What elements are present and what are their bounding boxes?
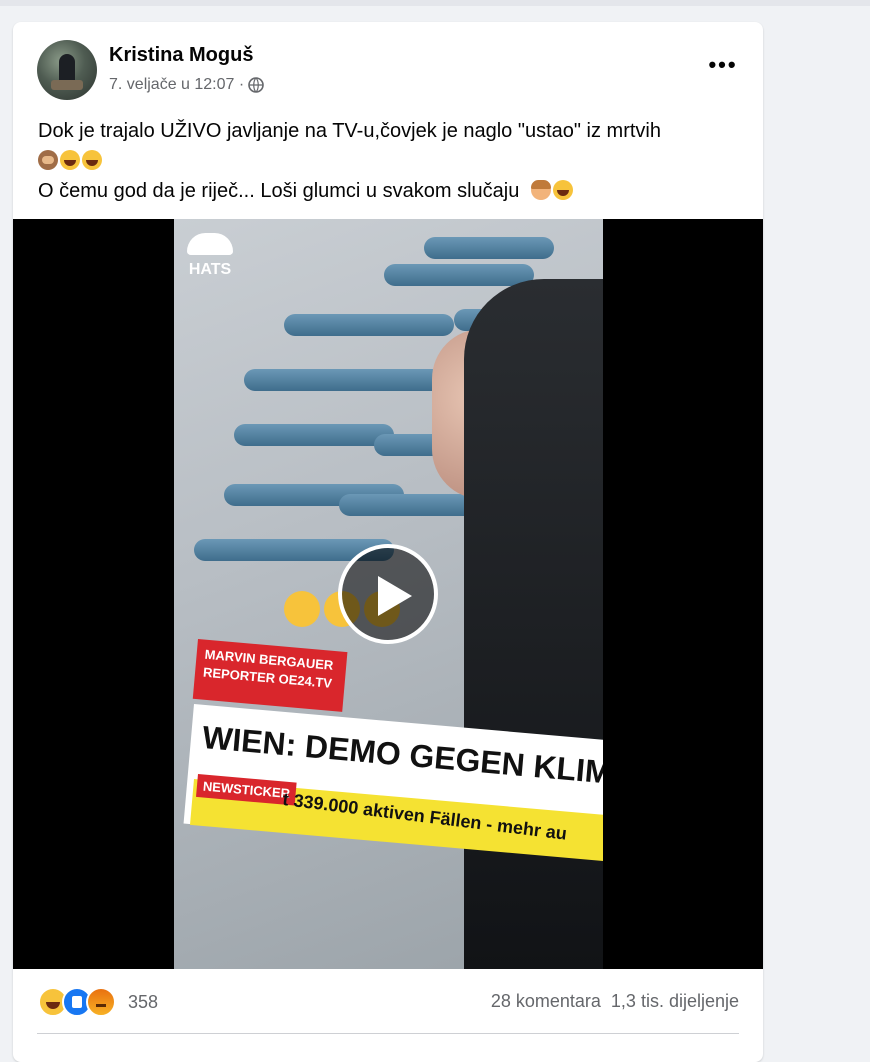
post-date[interactable]: 7. veljače u 12:07 · (109, 76, 244, 94)
scene-body-bag (424, 237, 554, 259)
reaction-count[interactable]: 358 (128, 992, 158, 1013)
post-stats: 28 komentara 1,3 tis. dijeljenje (491, 991, 739, 1012)
reporter-name-tag: MARVIN BERGAUER REPORTER OE24.TV (192, 639, 348, 712)
laughing-emoji-icon (284, 591, 320, 627)
avatar[interactable] (37, 40, 97, 100)
more-options-button[interactable]: ••• (703, 50, 743, 86)
woman-facepalm-icon (530, 180, 551, 200)
see-no-evil-monkey-icon (38, 150, 58, 170)
play-icon (378, 576, 412, 616)
post-meta: 7. veljače u 12:07 · (109, 76, 265, 94)
angry-reaction-icon (86, 987, 116, 1017)
feed-separator (0, 0, 870, 6)
play-button[interactable] (338, 544, 438, 644)
comments-count[interactable]: 28 komentara (491, 991, 601, 1012)
reactions-summary[interactable]: 358 (38, 987, 158, 1017)
author-name[interactable]: Kristina Moguš (109, 44, 253, 67)
scene-body-bag (284, 314, 454, 336)
post-emoji-line (38, 146, 748, 176)
avatar-bench (51, 80, 83, 90)
post-text-line3: O čemu god da je riječ... Loši glumci u … (38, 176, 748, 206)
reporter-body (464, 279, 603, 969)
post-text-line3-text: O čemu god da je riječ... Loši glumci u … (38, 180, 520, 202)
scene-body-bag (234, 424, 394, 446)
post-text: Dok je trajalo UŽIVO javljanje na TV-u,č… (38, 116, 748, 206)
post-card: Kristina Moguš 7. veljače u 12:07 · ••• … (13, 22, 763, 1062)
laughing-emoji-icon (82, 150, 102, 170)
post-footer: 358 28 komentara 1,3 tis. dijeljenje (13, 969, 763, 1029)
footer-divider (37, 1033, 739, 1034)
post-text-line1: Dok je trajalo UŽIVO javljanje na TV-u,č… (38, 120, 661, 142)
laughing-emoji-icon (552, 180, 573, 200)
globe-icon[interactable] (248, 77, 265, 93)
video-player[interactable]: HATS MARVIN BERGAUER REPORTER OE24.TV WI… (13, 219, 763, 969)
hats-logo-text: HATS (188, 261, 232, 278)
hats-logo: HATS (180, 233, 240, 293)
scene-body-bag (384, 264, 534, 286)
shares-count[interactable]: 1,3 tis. dijeljenje (611, 991, 739, 1012)
laughing-emoji-icon (60, 150, 80, 170)
hat-icon (187, 233, 233, 255)
